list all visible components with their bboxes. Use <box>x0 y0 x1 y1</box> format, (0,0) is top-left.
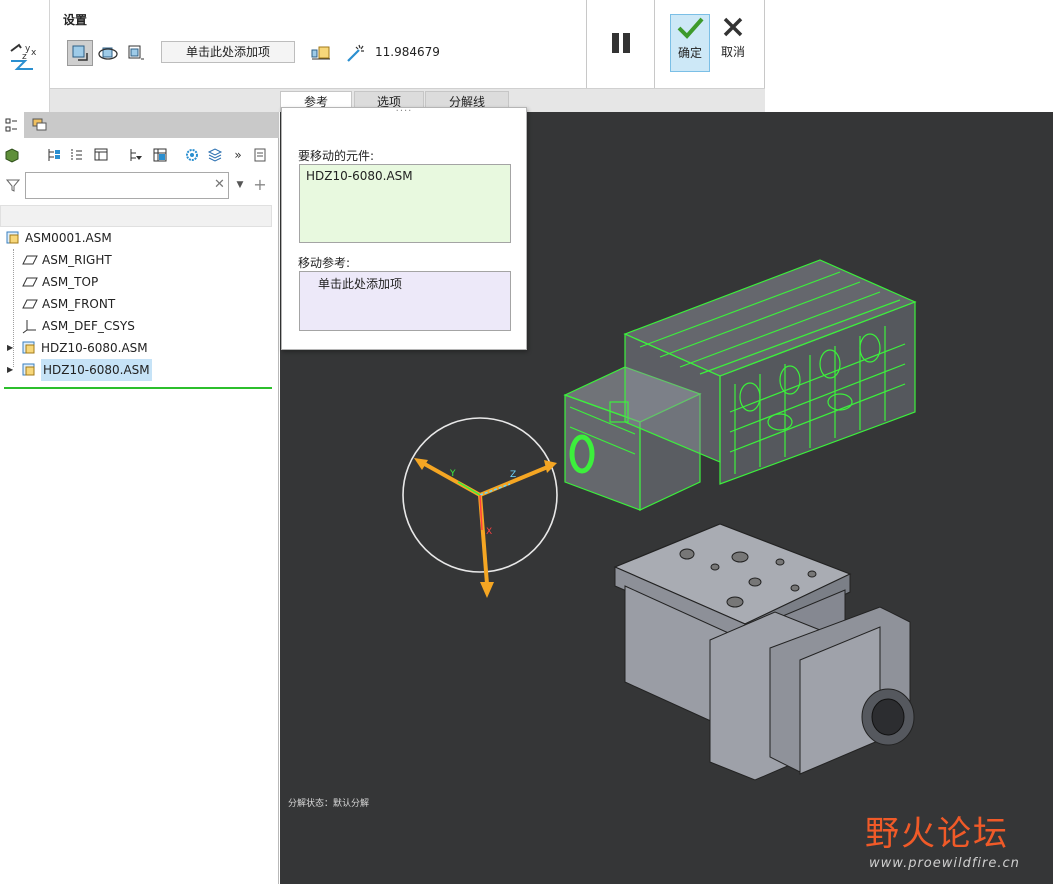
axis-x-label: X <box>486 527 493 537</box>
assembly-icon <box>21 340 37 356</box>
tree-table-icon[interactable] <box>150 145 170 165</box>
layer-tree-tab-icon[interactable] <box>28 112 52 138</box>
watermark: 野火论坛 www.proewildfire.cn <box>865 800 1045 880</box>
tree-filter-row: ✕ ▼ + <box>0 172 279 200</box>
tree-expand-icon[interactable] <box>44 145 64 165</box>
ribbon-left-group: y x z <box>0 0 50 112</box>
components-to-move-collector[interactable]: HDZ10-6080.ASM <box>299 164 511 243</box>
tree-filter-icon[interactable] <box>126 145 146 165</box>
tree-search-input[interactable] <box>25 172 229 199</box>
tree-item-asm-front[interactable]: ASM_FRONT <box>22 293 115 315</box>
datum-plane-icon <box>22 274 38 290</box>
axis-z-label: Z <box>510 470 517 480</box>
expand-arrow-icon[interactable]: ▶ <box>7 359 21 381</box>
tree-item-label: ASM0001.ASM <box>25 231 112 245</box>
clear-icon[interactable]: ✕ <box>214 177 225 192</box>
insert-here-line[interactable] <box>4 387 272 389</box>
move-reference-box[interactable]: 单击此处添加项 <box>299 271 511 331</box>
confirm-group: 确定 取消 <box>655 0 765 88</box>
ribbon: y x z 设置 单击此处添加项 11.984679 确定 取消 参考 选项 分… <box>0 0 1053 113</box>
ok-button[interactable]: 确定 <box>670 14 710 72</box>
ok-label: 确定 <box>677 46 702 60</box>
pause-button[interactable] <box>607 28 635 58</box>
datum-plane-icon <box>22 296 38 312</box>
tree-columns-icon[interactable] <box>66 145 86 165</box>
panel-grip[interactable]: ···· <box>282 107 526 118</box>
explode-state-label: 分解状态：默认分解 <box>288 799 370 809</box>
tree-item-root[interactable]: ASM0001.ASM <box>5 227 112 249</box>
tree-item-label: HDZ10-6080.ASM <box>41 341 148 355</box>
view-plane-mode-button[interactable] <box>123 40 149 66</box>
gear-icon[interactable] <box>182 145 202 165</box>
move-reference-collector[interactable]: 单击此处添加项 <box>161 41 295 63</box>
explode-move-tool-icon[interactable]: y x z <box>6 38 42 74</box>
explode-position-icon[interactable] <box>308 40 334 66</box>
settings-title: 设置 <box>63 13 88 27</box>
assembly-icon <box>5 230 21 246</box>
add-filter-icon[interactable]: + <box>250 174 270 194</box>
stage-assembly-selected[interactable] <box>563 259 917 511</box>
datum-plane-icon <box>22 252 38 268</box>
checkmark-icon <box>677 17 704 39</box>
tree-item-label: HDZ10-6080.ASM <box>41 359 152 381</box>
axis-y-label: Y <box>450 469 456 479</box>
tree-column-header <box>0 205 272 227</box>
model-tree-panel: » ✕ ▼ + ASM0001.ASM ASM_RIGHT ASM_TOP AS… <box>0 112 279 884</box>
tree-item-label: ASM_RIGHT <box>42 253 112 267</box>
translate-mode-button[interactable] <box>67 40 93 66</box>
layers-icon[interactable] <box>205 145 225 165</box>
tree-settings-icon[interactable] <box>91 145 111 165</box>
panel-tab-strip <box>0 112 279 138</box>
cancel-button[interactable]: 取消 <box>713 14 753 72</box>
csys-icon <box>22 318 38 334</box>
assembly-icon <box>21 362 37 378</box>
settings-group: 设置 单击此处添加项 11.984679 <box>50 0 587 88</box>
tree-notes-icon[interactable] <box>250 145 270 165</box>
model-tree-tab-icon[interactable] <box>0 112 24 138</box>
move-dragger[interactable] <box>402 417 558 598</box>
tree-item-label: ASM_FRONT <box>42 297 116 311</box>
close-icon <box>723 17 743 37</box>
tree-item-label: ASM_TOP <box>42 275 99 289</box>
tree-item-asm-def-csys[interactable]: ASM_DEF_CSYS <box>22 315 135 337</box>
expand-arrow-icon[interactable]: ▶ <box>7 337 21 359</box>
motion-distance-value: 11.984679 <box>375 45 440 59</box>
watermark-title: 野火论坛 <box>865 814 1009 854</box>
tree-item-asm-top[interactable]: ASM_TOP <box>22 271 98 293</box>
tree-item-label: ASM_DEF_CSYS <box>42 319 135 333</box>
motion-increment-icon[interactable] <box>343 40 369 66</box>
funnel-icon[interactable] <box>3 175 23 195</box>
watermark-url: www.proewildfire.cn <box>869 856 1020 871</box>
move-reference-label: 移动参考: <box>298 256 351 270</box>
tree-item-hdz10-2[interactable]: ▶ HDZ10-6080.ASM <box>7 359 152 381</box>
pause-group <box>587 0 655 88</box>
model-tree-toolbar: » <box>0 142 279 168</box>
tree-item-asm-right[interactable]: ASM_RIGHT <box>22 249 112 271</box>
stage-assembly-lower[interactable] <box>613 523 915 781</box>
rotate-mode-button[interactable] <box>95 40 121 66</box>
more-chevron-icon[interactable]: » <box>228 145 248 165</box>
model-display-icon[interactable] <box>2 145 22 165</box>
references-panel: ···· 要移动的元件: HDZ10-6080.ASM 移动参考: 单击此处添加… <box>281 107 527 350</box>
tree-item-hdz10-1[interactable]: ▶ HDZ10-6080.ASM <box>7 337 148 359</box>
components-to-move-label: 要移动的元件: <box>298 149 375 163</box>
svg-text:x: x <box>31 48 37 58</box>
cancel-label: 取消 <box>720 45 745 59</box>
chevron-down-icon[interactable]: ▼ <box>230 175 250 195</box>
